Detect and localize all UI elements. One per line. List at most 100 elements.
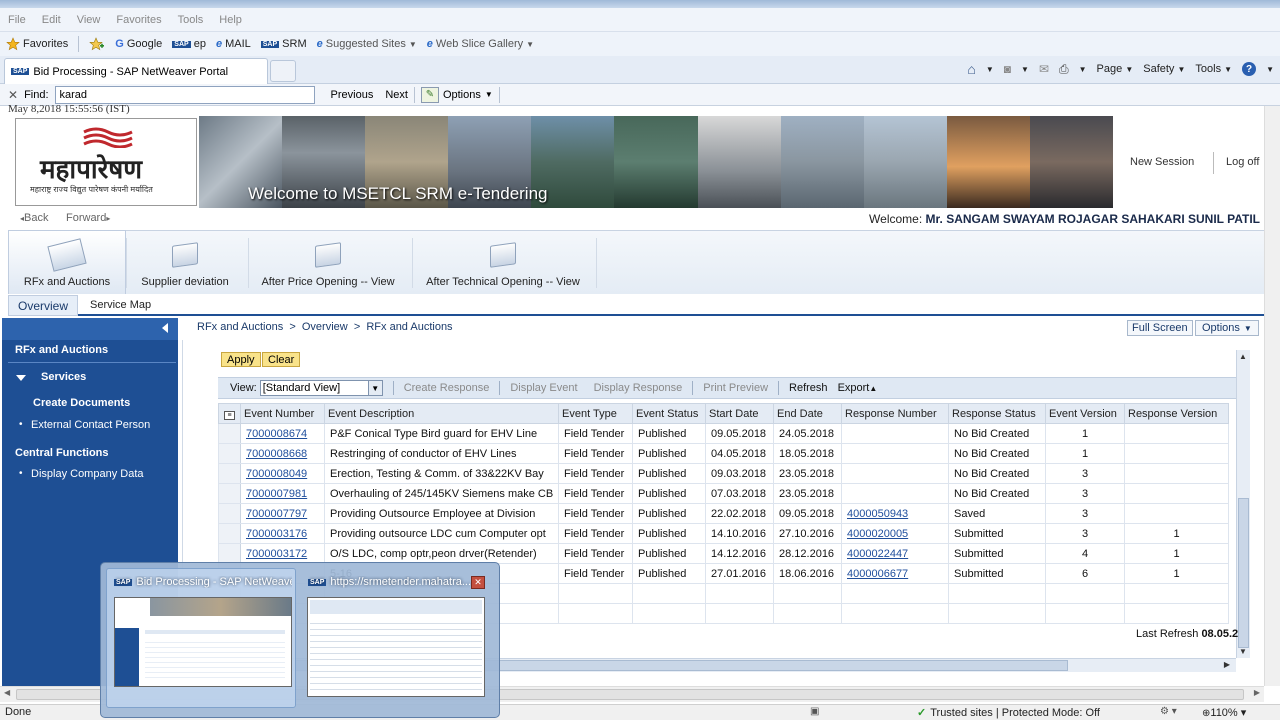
view-select[interactable]: [Standard View] ▼ [259,380,383,396]
table-row[interactable]: 7000008674 P&F Conical Type Bird guard fo… [218,423,1229,444]
scroll-right-icon[interactable]: ▶ [1254,688,1260,697]
table-cell[interactable] [841,463,949,484]
fav-srm[interactable]: SAP SRM [260,38,307,50]
close-icon[interactable]: ✕ [8,88,18,102]
row-selector[interactable] [218,463,241,484]
table-cell[interactable] [841,443,949,464]
log-off-link[interactable]: Log off [1226,156,1259,168]
add-favorite-icon[interactable] [89,37,105,51]
table-cell[interactable]: 7000008674 [240,423,325,444]
row-selector[interactable] [218,543,241,564]
table-row[interactable]: 7000008049 Erection, Testing & Comm. of 3… [218,463,1229,484]
feeds-icon[interactable]: ◙ [1004,62,1011,76]
tab-after-technical-opening[interactable]: After Technical Opening -- View [416,230,590,294]
table-cell[interactable] [841,483,949,504]
new-session-link[interactable]: New Session [1130,156,1194,168]
display-response-button[interactable]: Display Response [586,382,691,394]
fav-suggested-sites[interactable]: e Suggested Sites ▼ [317,38,417,50]
breadcrumb[interactable]: RFx and Auctions > Overview > RFx and Au… [197,321,453,333]
chevron-down-icon[interactable]: ▼ [986,65,994,74]
create-response-button[interactable]: Create Response [396,382,498,394]
full-screen-button[interactable]: Full Screen [1127,320,1193,336]
table-cell[interactable]: 4000022447 [841,543,949,564]
print-icon[interactable]: ⎙ [1059,62,1069,77]
menu-view[interactable]: View [77,14,101,26]
column-header[interactable]: Start Date [705,403,774,424]
column-header[interactable]: Response Number [841,403,949,424]
find-previous-button[interactable]: Previous [331,89,374,101]
zoom-level[interactable]: ⊕110% ▾ [1202,706,1246,719]
row-selector[interactable] [218,423,241,444]
scroll-right-icon[interactable]: ▶ [1224,660,1230,669]
settings-icon[interactable]: ⚙ ▾ [1160,706,1177,717]
column-header[interactable]: Event Type [558,403,633,424]
row-selector[interactable] [218,503,241,524]
scroll-up-icon[interactable]: ▲ [1239,352,1247,361]
clear-button[interactable]: Clear [262,352,301,367]
column-header[interactable]: Response Version [1124,403,1229,424]
find-next-button[interactable]: Next [385,89,408,101]
table-row[interactable]: 7000007981 Overhauling of 245/145KV Sieme… [218,483,1229,504]
table-cell[interactable]: 7000003172 [240,543,325,564]
table-cell[interactable]: 7000003176 [240,523,325,544]
table-cell[interactable]: 7000007981 [240,483,325,504]
menu-edit[interactable]: Edit [42,14,61,26]
nav-services[interactable]: Services [41,371,86,383]
row-selector[interactable] [218,523,241,544]
safety-menu[interactable]: Safety ▼ [1143,63,1185,75]
browser-tab-active[interactable]: SAP Bid Processing - SAP NetWeaver Porta… [4,58,268,84]
collapse-icon[interactable] [161,322,169,334]
print-preview-button[interactable]: Print Preview [695,382,776,394]
chevron-down-icon[interactable]: ▼ [1021,65,1029,74]
column-header[interactable]: Event Version [1045,403,1125,424]
fav-web-slice-gallery[interactable]: e Web Slice Gallery ▼ [427,38,534,50]
column-header[interactable]: Event Description [324,403,559,424]
table-cell[interactable]: 7000008049 [240,463,325,484]
options-button[interactable]: Options ▼ [1195,320,1259,336]
find-options-button[interactable]: ✎ Options ▼ [420,86,493,103]
thumbnail-preview-1[interactable] [114,597,292,687]
column-header[interactable]: End Date [773,403,842,424]
chevron-down-icon[interactable]: ▼ [1079,65,1087,74]
column-header[interactable]: Event Number [240,403,325,424]
tab-supplier-deviation[interactable]: Supplier deviation [130,230,240,294]
fav-mail[interactable]: e MAIL [216,38,251,50]
back-link[interactable]: ◂Back [20,212,48,224]
nav-create-documents[interactable]: Create Documents [33,397,130,409]
fav-google[interactable]: G Google [115,38,162,50]
table-cell[interactable]: 4000050943 [841,503,949,524]
tools-menu[interactable]: Tools ▼ [1195,63,1232,75]
display-event-button[interactable]: Display Event [502,382,585,394]
fav-ep[interactable]: SAP ep [172,38,206,50]
menu-favorites[interactable]: Favorites [116,14,161,26]
refresh-button[interactable]: Refresh [781,382,836,394]
nav-display-company-data[interactable]: Display Company Data [31,468,144,480]
scroll-down-icon[interactable]: ▼ [1239,647,1247,656]
tab-rfx-and-auctions[interactable]: RFx and Auctions [8,230,126,294]
chevron-down-icon[interactable]: ▼ [1266,65,1274,74]
table-cell[interactable]: 7000008668 [240,443,325,464]
table-cell[interactable]: 4000006677 [841,563,949,584]
home-icon[interactable]: ⌂ [967,61,975,77]
table-cell[interactable] [841,423,949,444]
thumbnail-title-2[interactable]: SAP https://srmetender.mahatra... [308,576,472,588]
tab-service-map[interactable]: Service Map [90,299,151,311]
thumbnail-preview-2[interactable] [307,597,485,697]
table-cell[interactable]: 7000007797 [240,503,325,524]
scroll-thumb[interactable] [1238,498,1249,648]
nav-external-contact-person[interactable]: External Contact Person [31,419,150,431]
security-zone[interactable]: ✓ Trusted sites | Protected Mode: Off [917,706,1100,720]
mail-icon[interactable]: ✉ [1039,62,1049,76]
favorites-button[interactable]: Favorites [6,37,68,51]
export-button[interactable]: Export▲ [836,382,886,394]
forward-link[interactable]: Forward▸ [66,212,110,224]
table-row[interactable]: 7000003172 O/S LDC, comp optr,peon drver(… [218,543,1229,564]
thumbnail-title-1[interactable]: SAP Bid Processing - SAP NetWeave... [114,576,292,588]
column-header[interactable]: Event Status [632,403,706,424]
table-row[interactable]: 7000007797 Providing Outsource Employee a… [218,503,1229,524]
help-icon[interactable]: ? [1242,62,1257,76]
table-row[interactable]: 7000008668 Restringing of conductor of EH… [218,443,1229,464]
scroll-left-icon[interactable]: ◀ [4,688,10,697]
nav-rfx-and-auctions[interactable]: RFx and Auctions [15,344,108,356]
page-menu[interactable]: Page ▼ [1097,63,1134,75]
